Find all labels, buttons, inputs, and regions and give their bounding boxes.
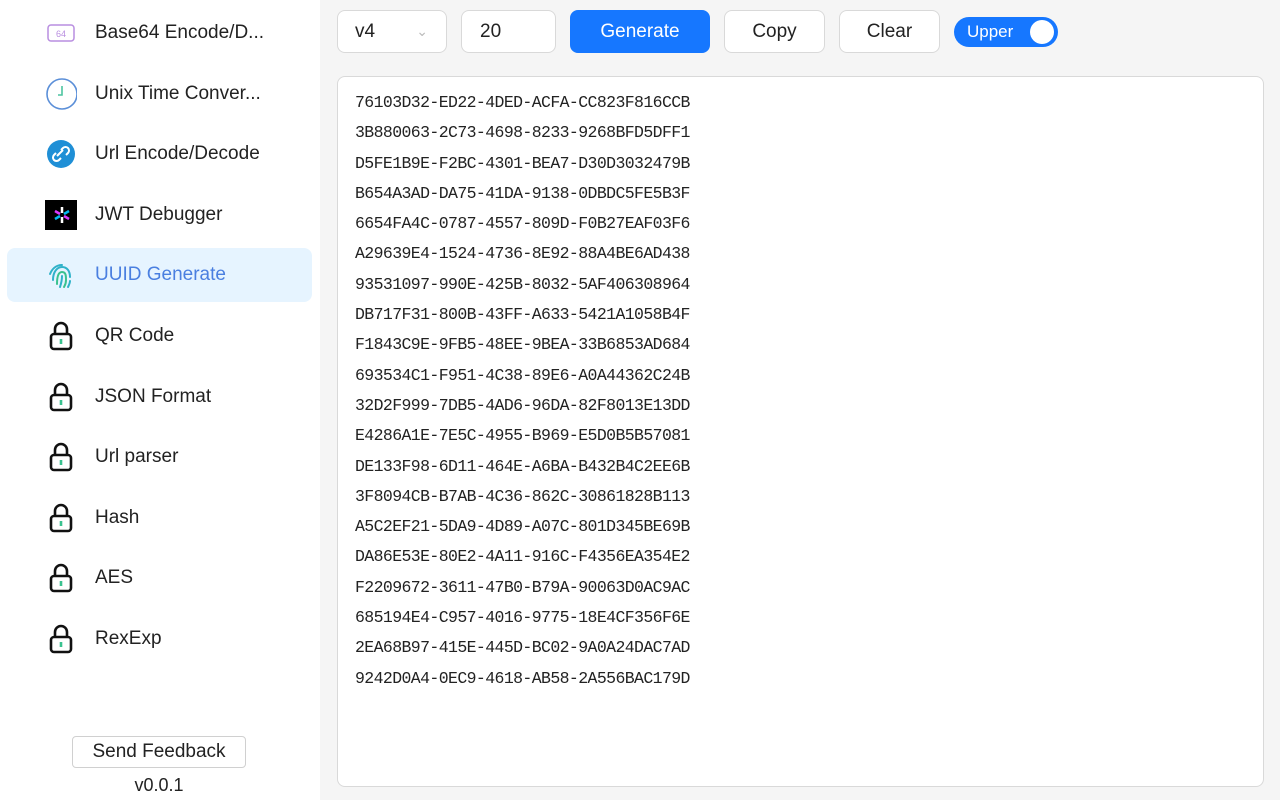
uuid-output-textarea[interactable]: 76103D32-ED22-4DED-ACFA-CC823F816CCB 3B88… <box>337 76 1264 787</box>
uuid-line: A29639E4-1524-4736-8E92-88A4BE6AD438 <box>355 244 690 264</box>
generate-button[interactable]: Generate <box>570 10 710 53</box>
link-icon <box>45 138 77 170</box>
uuid-version-select[interactable]: v4 ⌄ <box>337 10 447 53</box>
uuid-line: 6654FA4C-0787-4557-809D-F0B27EAF03F6 <box>355 214 690 234</box>
sidebar-item-label: Url parser <box>95 446 179 468</box>
toggle-knob <box>1030 20 1054 44</box>
uuid-line: 9242D0A4-0EC9-4618-AB58-2A556BAC179D <box>355 668 690 688</box>
sidebar-item-label: UUID Generate <box>95 264 226 286</box>
uppercase-toggle[interactable]: Upper <box>954 17 1058 47</box>
sidebar-item-url-parser[interactable]: Url parser <box>7 430 312 484</box>
uuid-line: 76103D32-ED22-4DED-ACFA-CC823F816CCB <box>355 93 690 112</box>
sidebar-item-label: RexExp <box>95 628 162 649</box>
fingerprint-icon <box>45 259 77 291</box>
uuid-line: 693534C1-F951-4C38-89E6-A0A44362C24B <box>355 365 690 385</box>
copy-button[interactable]: Copy <box>724 10 825 53</box>
sidebar-item-jwt-debugger[interactable]: JWT Debugger <box>7 188 312 242</box>
app-version: v0.0.1 <box>134 775 184 795</box>
uuid-line: DA86E53E-80E2-4A11-916C-F4356EA354E2 <box>355 547 690 567</box>
uuid-line: DB717F31-800B-43FF-A633-5421A1058B4F <box>355 305 690 325</box>
chevron-down-icon: ⌄ <box>416 23 428 39</box>
sidebar-item-label: JSON Format <box>95 385 212 407</box>
sidebar-item-hash[interactable]: Hash <box>7 491 312 545</box>
count-input[interactable]: 20 <box>461 10 556 53</box>
sidebar-item-base64-encode-d[interactable]: 64 Base64 Encode/D... <box>7 6 312 60</box>
sidebar-item-label: Base64 Encode/D... <box>95 22 264 43</box>
sidebar-item-label: Url Encode/Decode <box>95 143 260 165</box>
sidebar-item-label: QR Code <box>95 325 175 346</box>
sidebar-item-url-encode-decode[interactable]: Url Encode/Decode <box>7 127 312 181</box>
sidebar-item-label: JWT Debugger <box>95 203 223 225</box>
uuid-line: B654A3AD-DA75-41DA-9138-0DBDC5FE5B3F <box>355 183 690 203</box>
uuid-line: D5FE1B9E-F2BC-4301-BEA7-D30D3032479B <box>355 153 690 173</box>
lock-icon <box>45 381 77 413</box>
sidebar-item-rexexp[interactable]: RexExp <box>7 612 312 666</box>
lock-icon <box>45 320 77 352</box>
uuid-line: 685194E4-C957-4016-9775-18E4CF356F6E <box>355 608 690 628</box>
jwt-icon <box>45 199 77 231</box>
base64-icon: 64 <box>45 17 77 49</box>
uuid-line: DE133F98-6D11-464E-A6BA-B432B4C2EE6B <box>355 456 690 476</box>
lock-icon <box>45 562 77 594</box>
sidebar-item-unix-time-conver[interactable]: Unix Time Conver... <box>7 67 312 121</box>
sidebar-item-uuid-generate[interactable]: UUID Generate <box>7 248 312 303</box>
uuid-line: 3F8094CB-B7AB-4C36-862C-30861828B113 <box>355 486 690 506</box>
lock-icon <box>45 441 77 473</box>
uuid-line: F1843C9E-9FB5-48EE-9BEA-33B6853AD684 <box>355 335 690 355</box>
sidebar-item-qr-code[interactable]: QR Code <box>7 309 312 363</box>
sidebar-item-json-format[interactable]: JSON Format <box>7 370 312 424</box>
lock-icon <box>45 623 77 655</box>
uuid-line: 3B880063-2C73-4698-8233-9268BFD5DFF1 <box>355 123 690 143</box>
send-feedback-button[interactable]: Send Feedback <box>72 736 246 768</box>
sidebar-item-label: Hash <box>95 506 140 528</box>
uuid-line: 32D2F999-7DB5-4AD6-96DA-82F8013E13DD <box>355 395 690 415</box>
toggle-label: Upper <box>967 22 1014 41</box>
uuid-line: F2209672-3611-47B0-B79A-90063D0AC9AC <box>355 577 690 597</box>
uuid-line: E4286A1E-7E5C-4955-B969-E5D0B5B57081 <box>355 426 690 446</box>
sidebar-item-label: Unix Time Conver... <box>95 82 261 104</box>
svg-text:64: 64 <box>56 29 66 39</box>
clock-icon <box>45 77 77 110</box>
uuid-version-value: v4 <box>355 20 376 42</box>
clear-button[interactable]: Clear <box>839 10 940 53</box>
uuid-line: 93531097-990E-425B-8032-5AF406308964 <box>355 274 690 294</box>
sidebar: 64 Base64 Encode/D... Unix Time Conver... U… <box>0 0 320 800</box>
sidebar-item-label: AES <box>95 567 134 589</box>
lock-icon <box>45 502 77 534</box>
uuid-line: A5C2EF21-5DA9-4D89-A07C-801D345BE69B <box>355 517 690 537</box>
sidebar-item-aes[interactable]: AES <box>7 551 312 605</box>
uuid-line: 2EA68B97-415E-445D-BC02-9A0A24DAC7AD <box>355 638 690 658</box>
